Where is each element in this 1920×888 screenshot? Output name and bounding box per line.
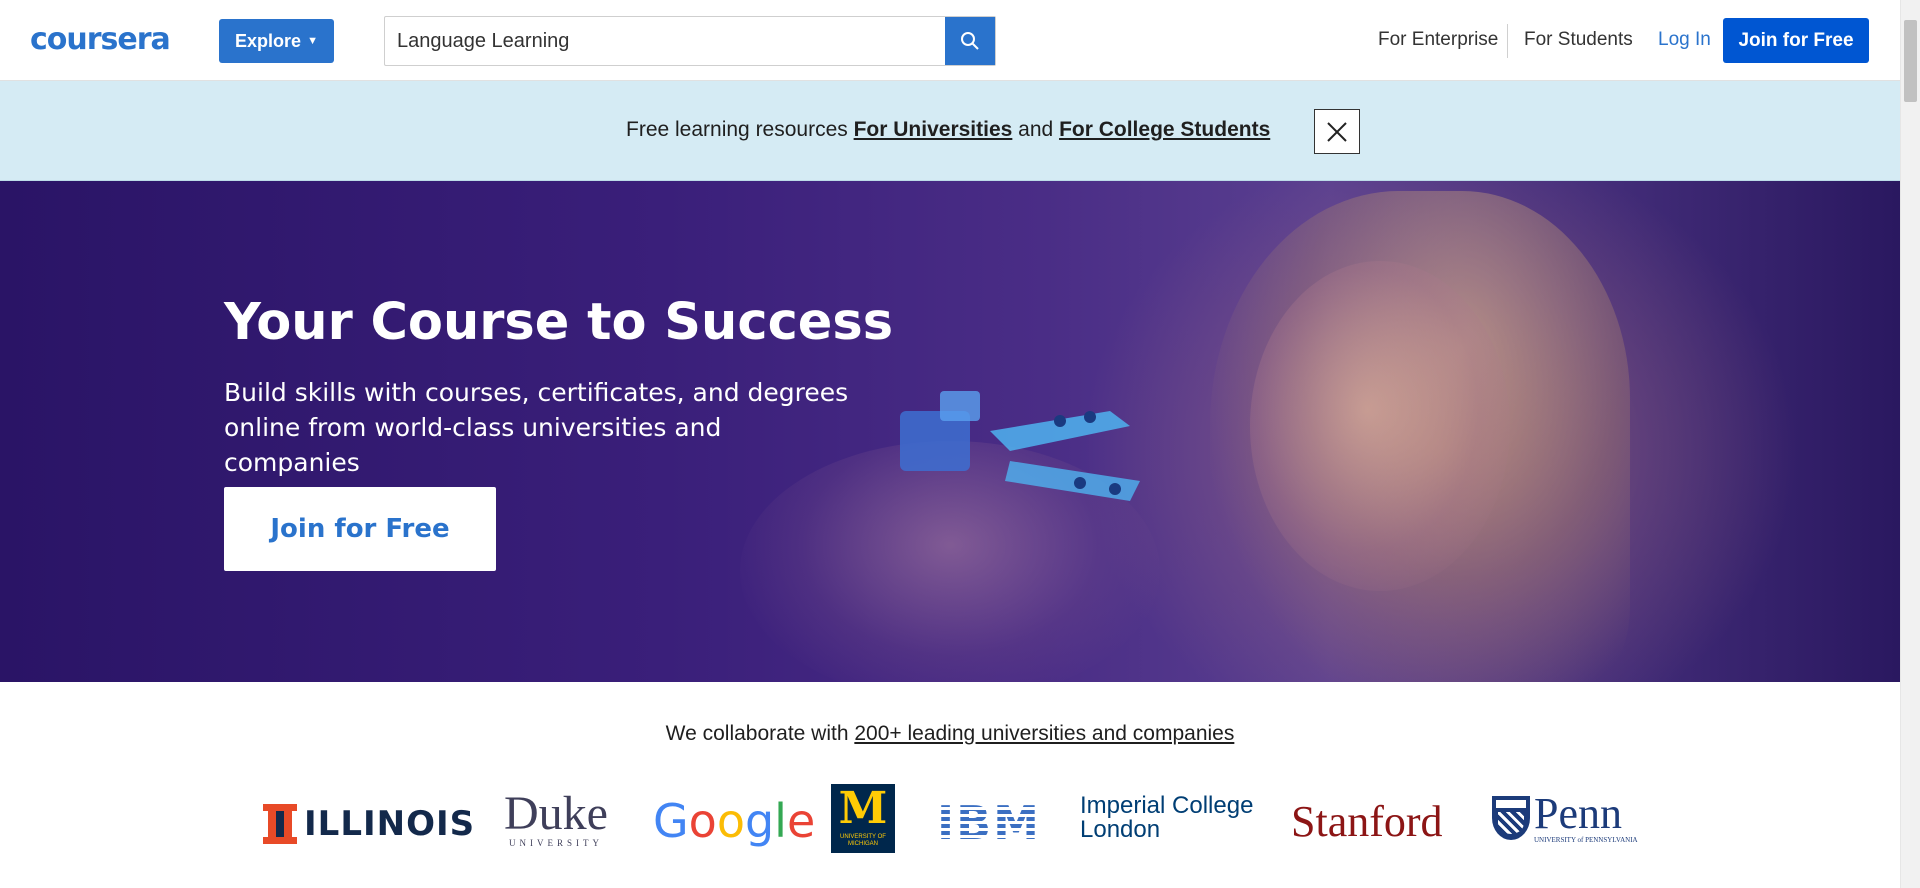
join-for-free-button[interactable]: Join for Free — [1723, 18, 1869, 63]
for-enterprise-link[interactable]: For Enterprise — [1378, 29, 1498, 51]
for-universities-link[interactable]: For Universities — [854, 118, 1013, 141]
hero-subtitle: Build skills with courses, certificates,… — [224, 378, 849, 477]
imperial-line1: Imperial College — [1080, 792, 1254, 819]
chevron-down-icon: ▼ — [307, 35, 318, 47]
partners-link[interactable]: 200+ leading universities and companies — [854, 722, 1234, 745]
google-letter: o — [688, 794, 717, 848]
google-logo[interactable]: Google — [653, 794, 815, 848]
hero-section: Your Course to Success Build skills with… — [0, 181, 1900, 682]
google-letter: o — [716, 794, 745, 848]
search-input[interactable] — [385, 17, 945, 65]
ibm-logo[interactable]: IBM — [937, 796, 1041, 850]
banner-prefix: Free learning resources — [626, 118, 854, 141]
penn-name: Penn — [1534, 789, 1622, 838]
penn-subtitle: UNIVERSITY of PENNSYLVANIA — [1534, 836, 1638, 844]
scrollbar-thumb[interactable] — [1904, 20, 1917, 102]
page-scrollbar[interactable] — [1900, 0, 1920, 888]
imperial-college-logo[interactable]: Imperial College London — [1080, 794, 1253, 842]
illinois-block-i-icon — [263, 804, 297, 844]
penn-shield-icon — [1492, 796, 1530, 840]
banner-text: Free learning resources For Universities… — [626, 118, 1270, 142]
top-nav-bar: coursera Explore ▼ For Enterprise For St… — [0, 0, 1900, 81]
search-icon — [961, 32, 979, 50]
penn-wordmark: Penn UNIVERSITY of PENNSYLVANIA — [1534, 789, 1638, 845]
penn-logo[interactable]: Penn UNIVERSITY of PENNSYLVANIA — [1492, 792, 1638, 844]
explore-label: Explore — [235, 30, 302, 51]
search-box — [384, 16, 996, 66]
explore-button[interactable]: Explore ▼ — [219, 19, 334, 63]
hero-face-image — [1250, 261, 1510, 591]
login-link[interactable]: Log In — [1658, 29, 1711, 51]
illinois-logo[interactable]: ILLINOIS — [263, 804, 476, 844]
coursera-logo[interactable]: coursera — [30, 22, 171, 57]
imperial-line2: London — [1080, 816, 1161, 843]
google-letter: l — [774, 794, 787, 848]
collaborate-text: We collaborate with 200+ leading univers… — [0, 722, 1900, 746]
google-letter: G — [653, 794, 689, 848]
duke-subtitle: UNIVERSITY — [508, 838, 603, 848]
close-icon — [1327, 121, 1347, 142]
banner-middle: and — [1012, 118, 1060, 141]
google-letter: g — [744, 794, 775, 848]
hero-join-button[interactable]: Join for Free — [224, 487, 496, 571]
duke-wordmark: Duke — [504, 787, 608, 840]
for-students-link[interactable]: For Students — [1524, 29, 1633, 51]
michigan-subtitle: UNIVERSITY OF MICHIGAN — [840, 834, 886, 847]
search-button[interactable] — [945, 17, 995, 65]
duke-logo[interactable]: Duke UNIVERSITY — [504, 787, 608, 849]
hero-title: Your Course to Success — [224, 293, 894, 352]
collab-prefix: We collaborate with — [665, 722, 855, 745]
illinois-wordmark: ILLINOIS — [304, 804, 476, 844]
for-college-students-link[interactable]: For College Students — [1059, 118, 1270, 141]
partner-logos: ILLINOIS Duke UNIVERSITY Google M UNIVER… — [0, 784, 1900, 864]
michigan-block-m: M — [838, 783, 888, 834]
robot-arm-image — [900, 391, 1140, 501]
google-letter: e — [786, 794, 816, 848]
michigan-logo[interactable]: M UNIVERSITY OF MICHIGAN — [831, 784, 895, 853]
nav-divider — [1507, 24, 1508, 58]
promo-banner: Free learning resources For Universities… — [0, 81, 1900, 181]
banner-close-button[interactable] — [1314, 109, 1360, 154]
stanford-logo[interactable]: Stanford — [1291, 796, 1443, 847]
